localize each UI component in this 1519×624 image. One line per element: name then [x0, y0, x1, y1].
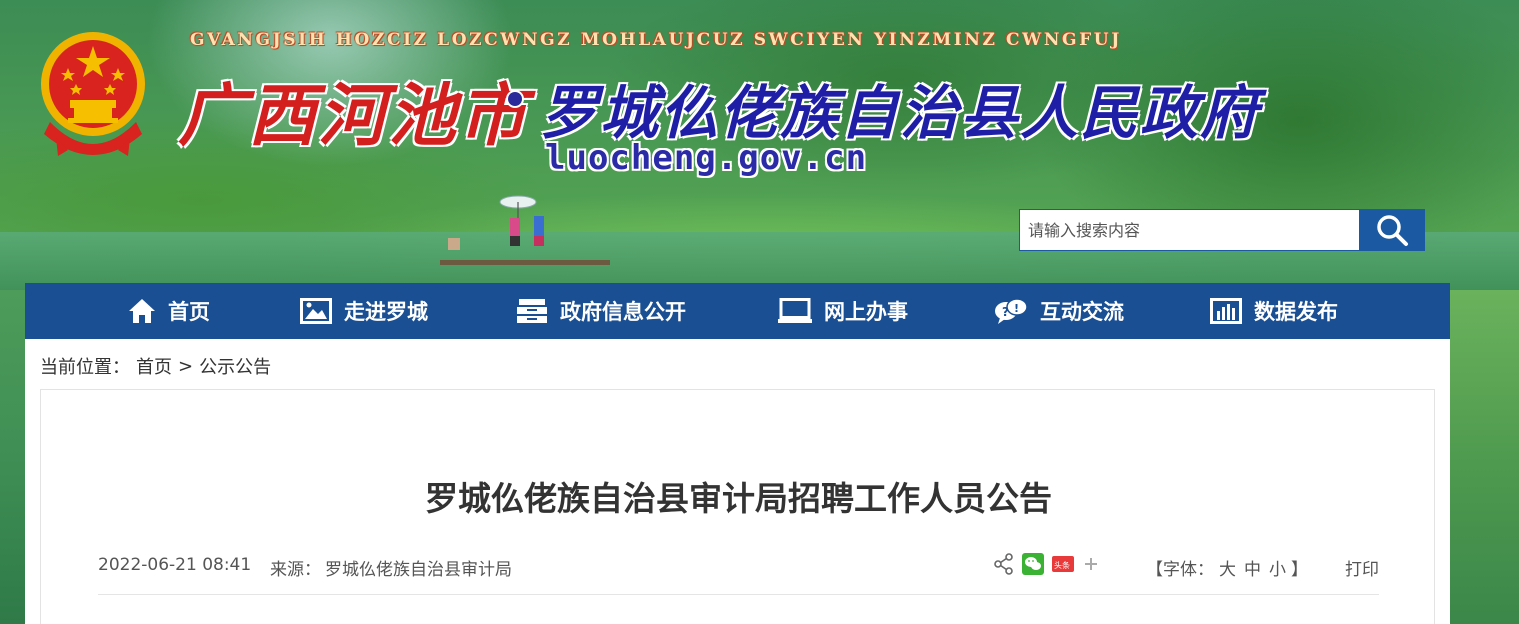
article-source: 来源： 罗城仫佬族自治县审计局 — [270, 555, 512, 580]
nav-item-label: 互动交流 — [1040, 300, 1124, 324]
search-button[interactable] — [1359, 209, 1425, 251]
article-date: 2022-06-21 08:41 — [98, 555, 252, 575]
print-button[interactable]: 打印 — [1345, 555, 1379, 580]
breadcrumb-separator: > — [178, 355, 194, 377]
search-bar — [1019, 209, 1425, 251]
breadcrumb: 当前位置： 首页 > 公示公告 — [40, 353, 271, 379]
side-background-right — [1449, 290, 1519, 624]
bar-chart-icon — [1210, 298, 1242, 324]
main-nav: 首页 走进罗城 政府信息公开 网上办事 ? ! 互动交流 数据发布 — [25, 283, 1450, 339]
home-icon — [128, 298, 156, 324]
wechat-icon[interactable] — [1022, 553, 1044, 575]
toutiao-icon[interactable]: 头条 — [1052, 556, 1074, 572]
site-domain: luocheng.gov.cn — [545, 138, 868, 178]
font-size-large[interactable]: 大 — [1216, 555, 1239, 580]
breadcrumb-prefix: 当前位置： — [40, 357, 130, 378]
nav-item-label: 网上办事 — [824, 300, 908, 324]
nav-item-data-release[interactable]: 数据发布 — [1210, 283, 1390, 339]
font-size-close: 】 — [1291, 560, 1308, 580]
font-size-open: 【字体： — [1146, 560, 1214, 580]
chat-icon: ? ! — [994, 297, 1028, 325]
breadcrumb-current-link[interactable]: 公示公告 — [199, 353, 271, 379]
nav-item-label: 数据发布 — [1254, 300, 1338, 324]
svg-text:!: ! — [1014, 302, 1019, 315]
share-bar: 头条 — [994, 553, 1100, 575]
nav-item-label: 走进罗城 — [344, 300, 428, 324]
nav-item-home[interactable]: 首页 — [128, 283, 300, 339]
plus-icon[interactable] — [1082, 555, 1100, 573]
search-input[interactable] — [1019, 209, 1359, 251]
scenery-figures-icon — [440, 195, 610, 265]
font-size-small[interactable]: 小 — [1266, 555, 1289, 580]
nav-item-online-services[interactable]: 网上办事 — [778, 283, 994, 339]
archive-icon — [516, 298, 548, 324]
nav-item-about[interactable]: 走进罗城 — [300, 283, 516, 339]
svg-text:?: ? — [1002, 305, 1009, 319]
article-source-value: 罗城仫佬族自治县审计局 — [325, 560, 512, 580]
nav-item-label: 政府信息公开 — [560, 300, 686, 324]
nav-item-label: 首页 — [168, 300, 210, 324]
article-source-label: 来源： — [270, 560, 321, 580]
search-icon — [1375, 213, 1409, 247]
font-size-medium[interactable]: 中 — [1241, 555, 1264, 580]
monitor-icon — [778, 298, 812, 324]
font-size-switcher: 【字体： 大 中 小 】 — [1146, 555, 1308, 580]
picture-icon — [300, 298, 332, 324]
title-separator-dot — [508, 92, 522, 106]
share-icon[interactable] — [994, 553, 1014, 575]
header-pinyin: GVANGJSIH HOZCIZ LOZCWNGZ MOHLAUJCUZ SWC… — [190, 30, 1122, 50]
article-meta: 2022-06-21 08:41 来源： 罗城仫佬族自治县审计局 头条 【字体：… — [98, 553, 1379, 595]
breadcrumb-home-link[interactable]: 首页 — [136, 353, 172, 379]
nav-item-interaction[interactable]: ? ! 互动交流 — [994, 283, 1210, 339]
article-title: 罗城仫佬族自治县审计局招聘工作人员公告 — [425, 479, 1052, 518]
toutiao-label: 头条 — [1054, 560, 1070, 570]
article-container: 罗城仫佬族自治县审计局招聘工作人员公告 2022-06-21 08:41 来源：… — [40, 389, 1435, 624]
site-title-city: 广西河池市 — [178, 76, 529, 156]
national-emblem-icon — [38, 26, 148, 162]
side-background-left — [0, 290, 26, 624]
nav-item-gov-info[interactable]: 政府信息公开 — [516, 283, 778, 339]
content-panel: 当前位置： 首页 > 公示公告 罗城仫佬族自治县审计局招聘工作人员公告 2022… — [25, 339, 1450, 624]
